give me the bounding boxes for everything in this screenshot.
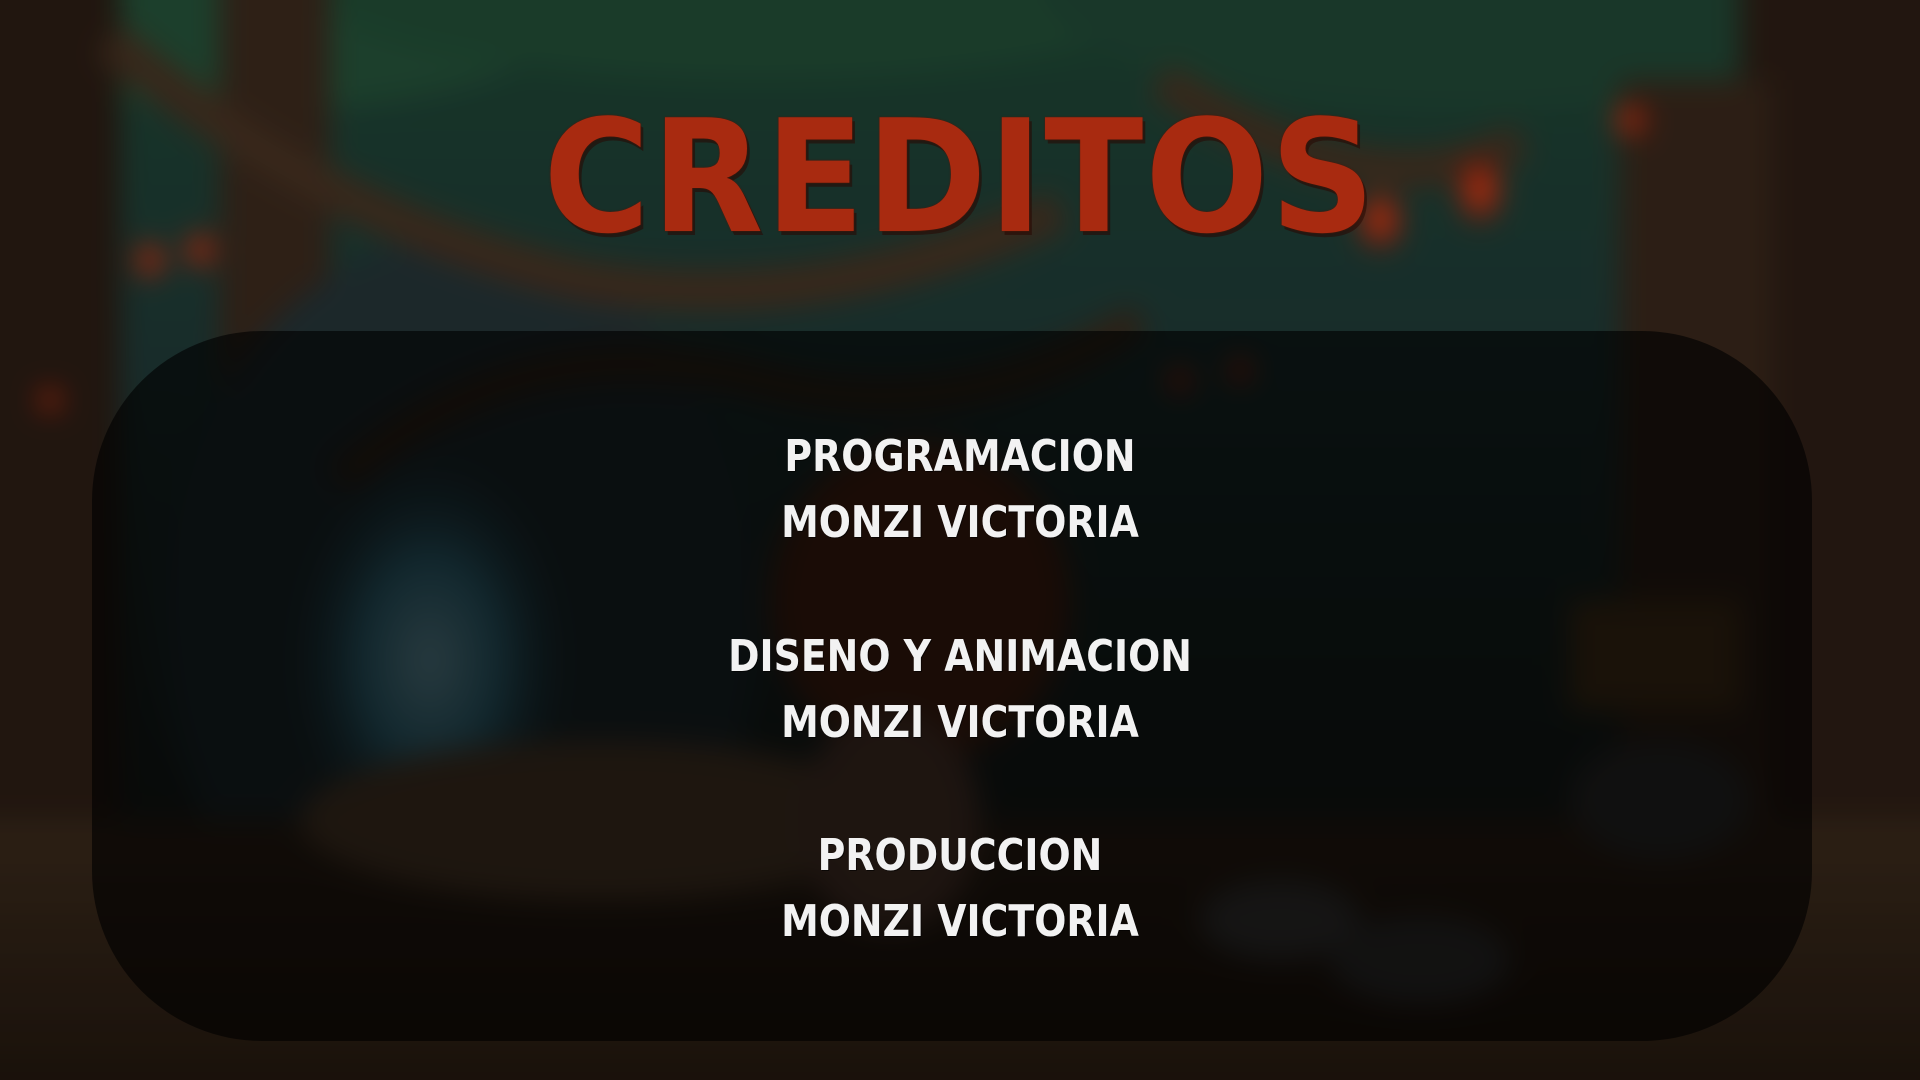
credit-name: MONZI VICTORIA [781,697,1139,748]
credit-role: PROGRAMACION [784,431,1136,482]
credit-role: PRODUCCION [817,830,1103,881]
credit-role: DISENO Y ANIMACION [728,631,1192,682]
credit-name: MONZI VICTORIA [781,497,1139,548]
credit-entry-programming: PROGRAMACION MONZI VICTORIA [0,424,1920,556]
credit-entry-design-animation: DISENO Y ANIMACION MONZI VICTORIA [0,624,1920,756]
credits-title: CREDITOS [543,86,1377,268]
credits-screen: CREDITOS PROGRAMACION MONZI VICTORIA DIS… [0,0,1920,1080]
credit-entry-production: PRODUCCION MONZI VICTORIA [0,823,1920,955]
credit-name: MONZI VICTORIA [781,896,1139,947]
